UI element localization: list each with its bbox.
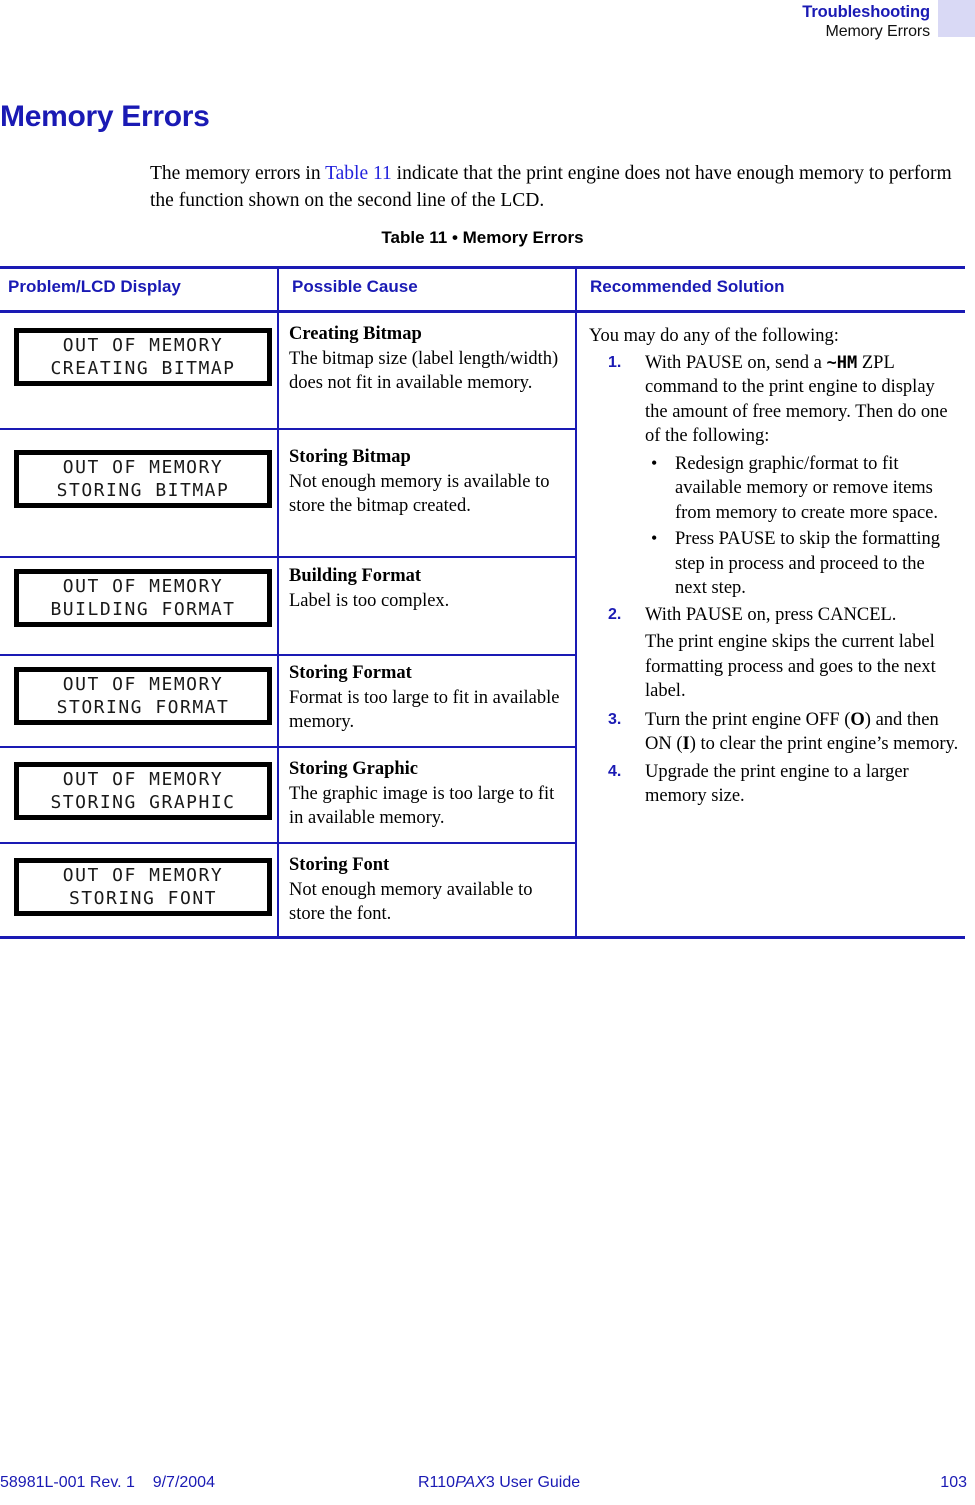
- table-bottom-rule: [0, 936, 965, 939]
- cause-cell-5: Storing Graphic The graphic image is too…: [289, 757, 564, 831]
- bullet-marker-icon: •: [651, 528, 658, 548]
- row-separator-5: [0, 842, 575, 844]
- solution-step-2-note: The print engine skips the current label…: [645, 632, 936, 701]
- table-cross-reference-link[interactable]: Table 11: [325, 163, 392, 184]
- page-header: Troubleshooting Memory Errors: [0, 0, 975, 48]
- table-column-divider-1: [277, 266, 279, 939]
- step-3-text-c: ) to clear the print engine’s memory.: [689, 734, 959, 754]
- row-separator-1: [0, 428, 575, 430]
- footer-guide-post: 3 User Guide: [485, 1474, 581, 1491]
- column-header-problem: Problem/LCD Display: [8, 277, 181, 296]
- lcd-line-2: STORING FONT: [68, 888, 218, 909]
- lcd-line-1: OUT OF MEMORY: [62, 457, 224, 478]
- cause-body-5: The graphic image is too large to fit in…: [289, 783, 555, 829]
- solution-step-2: 2. With PAUSE on, press CANCEL.: [589, 603, 961, 628]
- cause-cell-6: Storing Font Not enough memory available…: [289, 853, 564, 927]
- lcd-display-storing-bitmap: OUT OF MEMORY STORING BITMAP: [14, 450, 272, 508]
- lcd-line-2: STORING BITMAP: [56, 480, 230, 501]
- lcd-line-2: BUILDING FORMAT: [50, 599, 236, 620]
- bullet-2-text: Press PAUSE to skip the formatting step …: [675, 529, 941, 598]
- table-column-divider-2: [575, 266, 577, 939]
- lcd-line-2: STORING FORMAT: [56, 697, 230, 718]
- step-3-text-a: Turn the print engine OFF (: [645, 709, 851, 730]
- footer-document-id: 58981L-001 Rev. 1 9/7/2004: [0, 1474, 215, 1491]
- column-header-solution: Recommended Solution: [590, 277, 785, 296]
- cause-title-3: Building Format: [289, 566, 422, 586]
- header-text-block: Troubleshooting Memory Errors: [802, 2, 930, 42]
- intro-paragraph: The memory errors in Table 11 indicate t…: [150, 160, 965, 214]
- header-section-title: Memory Errors: [825, 23, 931, 40]
- step-number-2: 2.: [608, 605, 622, 623]
- solution-step-4: 4. Upgrade the print engine to a larger m…: [589, 760, 961, 809]
- lcd-line-1: OUT OF MEMORY: [62, 865, 224, 886]
- solution-step-3: 3. Turn the print engine OFF (O) and then…: [589, 708, 961, 757]
- solution-bullet-1: • Redesign graphic/format to fit availabl…: [589, 452, 961, 526]
- cause-body-1: The bitmap size (label length/width) doe…: [289, 348, 559, 394]
- cause-body-6: Not enough memory available to store the…: [289, 879, 533, 925]
- table-header-rule: [0, 310, 965, 313]
- cause-body-4: Format is too large to fit in available …: [289, 687, 560, 733]
- footer-page-number: 103: [940, 1474, 967, 1491]
- cause-body-2: Not enough memory is available to store …: [289, 471, 550, 517]
- table-top-rule: [0, 266, 965, 269]
- cause-title-1: Creating Bitmap: [289, 324, 422, 344]
- power-on-symbol: I: [682, 734, 690, 754]
- lcd-line-2: STORING GRAPHIC: [50, 792, 236, 813]
- step-number-3: 3.: [608, 710, 622, 728]
- cause-body-3: Label is too complex.: [289, 590, 450, 611]
- step-4-text: Upgrade the print engine to a larger mem…: [645, 761, 909, 807]
- lcd-line-1: OUT OF MEMORY: [62, 674, 224, 695]
- intro-text-before: The memory errors in: [150, 162, 326, 184]
- solution-step-1: 1. With PAUSE on, send a ~HM ZPL command …: [589, 351, 961, 449]
- lcd-line-1: OUT OF MEMORY: [62, 576, 224, 597]
- cause-cell-1: Creating Bitmap The bitmap size (label l…: [289, 322, 564, 396]
- solution-lead: You may do any of the following:: [589, 326, 839, 346]
- power-off-symbol: O: [850, 709, 865, 730]
- lcd-line-2: CREATING BITMAP: [50, 358, 236, 379]
- step-number-4: 4.: [608, 762, 622, 780]
- lcd-line-1: OUT OF MEMORY: [62, 769, 224, 790]
- cause-title-2: Storing Bitmap: [289, 447, 411, 467]
- cause-cell-4: Storing Format Format is too large to fi…: [289, 661, 564, 735]
- lcd-display-building-format: OUT OF MEMORY BUILDING FORMAT: [14, 569, 272, 627]
- cause-title-4: Storing Format: [289, 663, 412, 683]
- row-separator-3: [0, 654, 575, 656]
- step-1-text-a: With PAUSE on, send a: [645, 352, 827, 373]
- header-chapter-title: Troubleshooting: [802, 3, 930, 21]
- bullet-1-text: Redesign graphic/format to fit available…: [675, 453, 938, 523]
- column-header-cause: Possible Cause: [292, 277, 418, 296]
- cause-cell-2: Storing Bitmap Not enough memory is avai…: [289, 445, 564, 519]
- row-separator-2: [0, 556, 575, 558]
- step-number-1: 1.: [608, 353, 622, 371]
- lcd-display-storing-font: OUT OF MEMORY STORING FONT: [14, 858, 272, 916]
- table-caption: Table 11 • Memory Errors: [381, 228, 584, 247]
- page-footer: 58981L-001 Rev. 1 9/7/2004 R110PAX3 User…: [0, 1474, 975, 1500]
- lcd-display-creating-bitmap: OUT OF MEMORY CREATING BITMAP: [14, 328, 272, 386]
- cause-title-6: Storing Font: [289, 855, 390, 875]
- step-2-text: With PAUSE on, press CANCEL.: [645, 604, 897, 625]
- footer-guide-pre: R110: [418, 1474, 456, 1491]
- footer-guide-title: R110PAX3 User Guide: [418, 1474, 580, 1492]
- solution-cell: You may do any of the following: 1. With …: [589, 324, 961, 812]
- page-title: Memory Errors: [0, 100, 210, 134]
- bullet-marker-icon: •: [651, 452, 658, 473]
- cause-title-5: Storing Graphic: [289, 759, 418, 779]
- zpl-command-code: ~HM: [826, 352, 858, 373]
- lcd-line-1: OUT OF MEMORY: [62, 335, 224, 356]
- cause-cell-3: Building Format Label is too complex.: [289, 564, 564, 613]
- header-accent-box: [938, 0, 975, 37]
- footer-guide-italic: PAX: [455, 1474, 486, 1491]
- solution-bullet-2: • Press PAUSE to skip the formatting step…: [589, 527, 961, 601]
- lcd-display-storing-format: OUT OF MEMORY STORING FORMAT: [14, 667, 272, 725]
- lcd-display-storing-graphic: OUT OF MEMORY STORING GRAPHIC: [14, 762, 272, 820]
- row-separator-4: [0, 746, 575, 748]
